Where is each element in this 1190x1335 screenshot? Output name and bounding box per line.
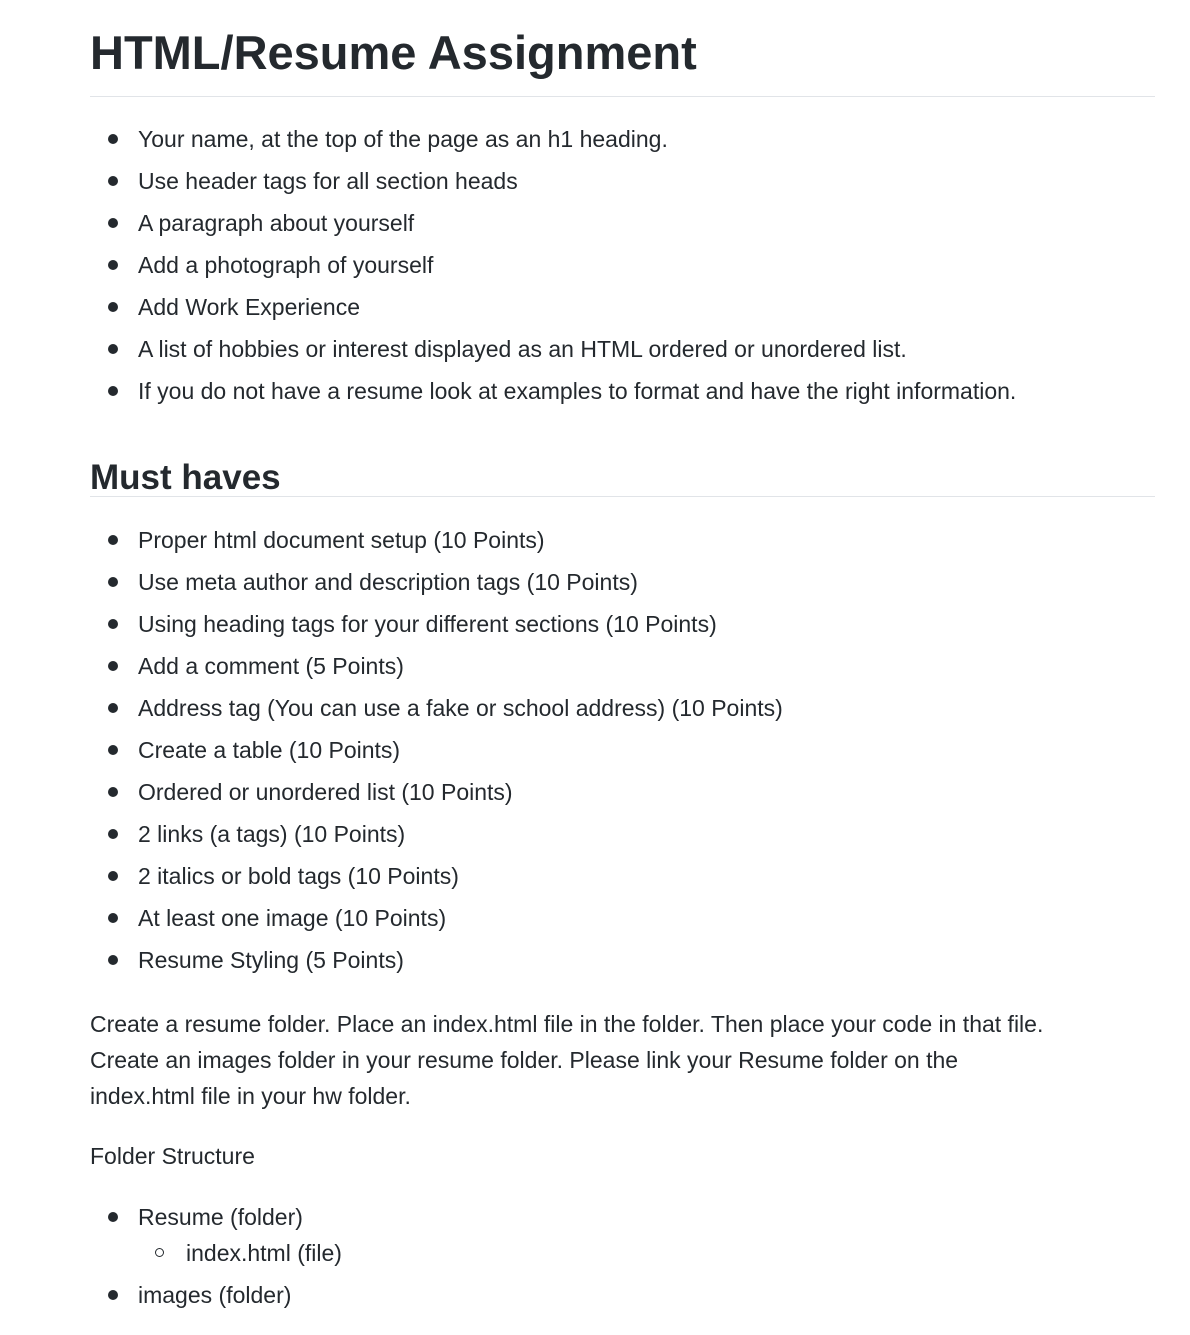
list-item-text: 2 links (a tags) (10 Points) [138, 821, 406, 847]
folder-structure-list: Resume (folder) index.html (file) images… [90, 1196, 1155, 1316]
bullet-icon [108, 535, 118, 545]
list-item-text: A list of hobbies or interest displayed … [138, 336, 907, 362]
list-item: Add Work Experience [90, 286, 1155, 328]
list-item-text: Use header tags for all section heads [138, 168, 518, 194]
readme-content: HTML/Resume Assignment Your name, at the… [90, 0, 1155, 1316]
bullet-icon [108, 1290, 118, 1300]
bullet-icon [108, 913, 118, 923]
list-item: 2 italics or bold tags (10 Points) [90, 855, 1155, 897]
nested-list: index.html (file) [138, 1238, 1155, 1274]
bullet-icon [108, 787, 118, 797]
bullet-icon [108, 577, 118, 587]
bullet-icon [108, 260, 118, 270]
instructions-line: Create a resume folder. Place an index.h… [90, 1011, 1044, 1037]
list-item-text: Add Work Experience [138, 294, 361, 320]
bullet-icon [108, 871, 118, 881]
bullet-icon [108, 703, 118, 713]
instructions-paragraph: Create a resume folder. Place an index.h… [90, 1006, 1155, 1114]
instructions-line: Create an images folder in your resume f… [90, 1047, 959, 1073]
bullet-icon [108, 619, 118, 629]
bullet-icon [108, 218, 118, 228]
bullet-icon [108, 661, 118, 671]
list-item: Use meta author and description tags (10… [90, 561, 1155, 603]
list-item-text: Ordered or unordered list (10 Points) [138, 779, 513, 805]
folder-name: images (folder) [138, 1282, 292, 1308]
list-item-text: 2 italics or bold tags (10 Points) [138, 863, 459, 889]
list-item: Proper html document setup (10 Points) [90, 519, 1155, 561]
section-heading-must-haves: Must haves [90, 412, 1155, 497]
list-item: Resume (folder) index.html (file) [90, 1196, 1155, 1274]
list-item: images (folder) [90, 1274, 1155, 1316]
bullet-icon [108, 176, 118, 186]
list-item-text: Using heading tags for your different se… [138, 611, 717, 637]
list-item: Add a photograph of yourself [90, 244, 1155, 286]
instructions-line: index.html file in your hw folder. [90, 1083, 411, 1109]
must-haves-list: Proper html document setup (10 Points) U… [90, 519, 1155, 981]
file-name: index.html (file) [186, 1240, 342, 1266]
list-item-text: At least one image (10 Points) [138, 905, 447, 931]
list-item: A list of hobbies or interest displayed … [90, 328, 1155, 370]
list-item-text: A paragraph about yourself [138, 210, 415, 236]
bullet-icon [108, 302, 118, 312]
list-item: 2 links (a tags) (10 Points) [90, 813, 1155, 855]
list-item: Address tag (You can use a fake or schoo… [90, 687, 1155, 729]
bullet-icon [108, 134, 118, 144]
list-item: Using heading tags for your different se… [90, 603, 1155, 645]
list-item: If you do not have a resume look at exam… [90, 370, 1155, 412]
bullet-icon [108, 386, 118, 396]
page-title: HTML/Resume Assignment [90, 0, 1155, 97]
bullet-icon [108, 344, 118, 354]
folder-name: Resume (folder) [138, 1204, 303, 1230]
bullet-icon [108, 829, 118, 839]
list-item-text: Create a table (10 Points) [138, 737, 401, 763]
bullet-icon [108, 955, 118, 965]
list-item: Your name, at the top of the page as an … [90, 118, 1155, 160]
list-item: Create a table (10 Points) [90, 729, 1155, 771]
folder-structure-label: Folder Structure [90, 1143, 255, 1169]
list-item-text: Use meta author and description tags (10… [138, 569, 638, 595]
list-item-text: Resume Styling (5 Points) [138, 947, 404, 973]
list-item: A paragraph about yourself [90, 202, 1155, 244]
list-item: Add a comment (5 Points) [90, 645, 1155, 687]
bullet-icon [108, 1212, 118, 1222]
list-item-text: Address tag (You can use a fake or schoo… [138, 695, 783, 721]
list-item-text: Proper html document setup (10 Points) [138, 527, 545, 553]
list-item-text: Add a comment (5 Points) [138, 653, 404, 679]
list-item-text: If you do not have a resume look at exam… [138, 378, 1017, 404]
hollow-bullet-icon [155, 1248, 164, 1257]
nested-list-item: index.html (file) [138, 1238, 1155, 1274]
requirements-list: Your name, at the top of the page as an … [90, 118, 1155, 412]
bullet-icon [108, 745, 118, 755]
list-item: Use header tags for all section heads [90, 160, 1155, 202]
list-item: Resume Styling (5 Points) [90, 939, 1155, 981]
list-item: Ordered or unordered list (10 Points) [90, 771, 1155, 813]
list-item: At least one image (10 Points) [90, 897, 1155, 939]
list-item-text: Add a photograph of yourself [138, 252, 434, 278]
list-item-text: Your name, at the top of the page as an … [138, 126, 668, 152]
